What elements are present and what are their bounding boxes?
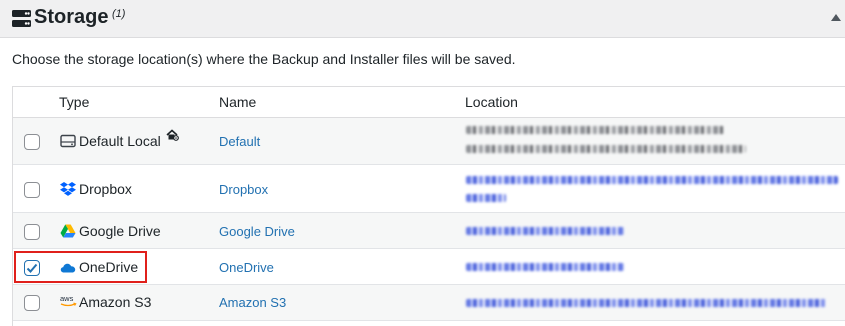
column-header-location: Location [465,94,518,110]
dropbox-icon [60,182,76,196]
row-checkbox[interactable] [24,224,40,240]
storage-panel-header[interactable]: Storage (1) [0,0,845,38]
storage-table: Type Name Location Default Local Default [12,86,845,326]
table-row: aws Amazon S3 Amazon S3 [13,285,845,321]
google-drive-icon [60,224,76,238]
aws-icon: aws [60,294,77,307]
home-gear-icon [166,129,179,141]
table-header-row: Type Name Location [13,87,845,118]
column-header-name: Name [219,94,257,110]
row-checkbox[interactable] [24,134,40,150]
panel-title: Storage [34,6,109,28]
svg-text:aws: aws [60,294,74,303]
storage-name-link[interactable]: Default [219,134,260,149]
hard-drive-icon [60,134,76,148]
storage-name-link[interactable]: OneDrive [219,260,274,275]
storage-description: Choose the storage location(s) where the… [12,51,516,67]
onedrive-selection-highlight [14,251,147,283]
column-header-type: Type [59,94,90,110]
row-checkbox[interactable] [24,182,40,198]
storage-name-link[interactable]: Dropbox [219,182,268,197]
caret-up-icon[interactable] [831,14,841,21]
table-row: Default Local Default [13,118,845,165]
table-row: Dropbox Dropbox [13,165,845,213]
table-row: Google Drive Google Drive [13,213,845,249]
storage-name-link[interactable]: Amazon S3 [219,295,286,310]
type-label: Google Drive [79,223,161,239]
storage-name-link[interactable]: Google Drive [219,224,295,239]
server-stack-icon [12,10,31,27]
type-label: Default Local [79,133,161,149]
type-label: Amazon S3 [79,294,152,310]
row-checkbox[interactable] [24,295,40,311]
type-label: Dropbox [79,181,132,197]
storage-count: (1) [112,8,126,20]
